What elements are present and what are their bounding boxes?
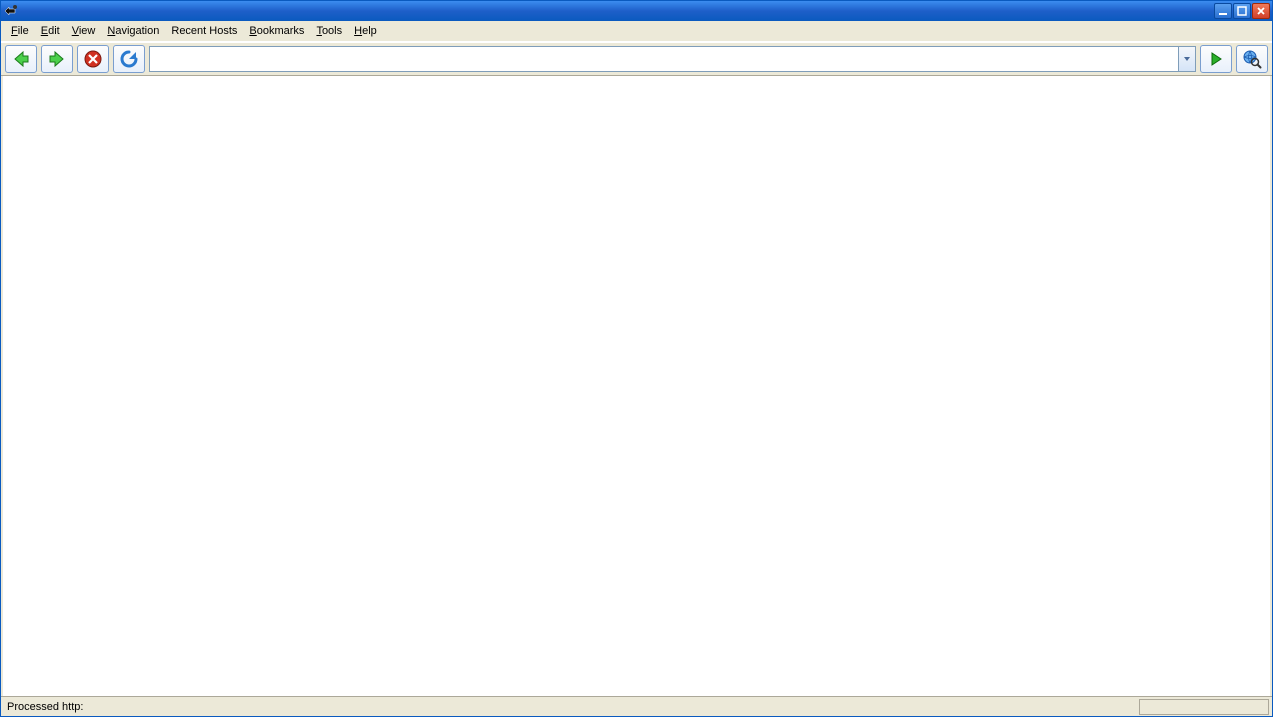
status-text: Processed http: bbox=[1, 701, 1139, 713]
window-controls bbox=[1214, 3, 1270, 19]
chevron-down-icon bbox=[1183, 55, 1191, 63]
maximize-button[interactable] bbox=[1233, 3, 1251, 19]
menu-file[interactable]: File bbox=[5, 23, 35, 39]
address-bar bbox=[149, 46, 1196, 72]
menu-bookmarks[interactable]: Bookmarks bbox=[243, 23, 310, 39]
address-dropdown-button[interactable] bbox=[1178, 46, 1196, 72]
stop-button[interactable] bbox=[77, 45, 109, 73]
menu-navigation[interactable]: Navigation bbox=[101, 23, 165, 39]
content-area bbox=[1, 76, 1272, 696]
search-web-button[interactable] bbox=[1236, 45, 1268, 73]
close-button[interactable] bbox=[1252, 3, 1270, 19]
toolbar bbox=[1, 42, 1272, 76]
forward-button[interactable] bbox=[41, 45, 73, 73]
status-progress-well bbox=[1139, 699, 1269, 715]
reload-button[interactable] bbox=[113, 45, 145, 73]
statusbar: Processed http: bbox=[1, 696, 1272, 716]
go-button[interactable] bbox=[1200, 45, 1232, 73]
menubar: File Edit View Navigation Recent Hosts B… bbox=[1, 21, 1272, 42]
titlebar[interactable] bbox=[1, 1, 1272, 21]
menu-view[interactable]: View bbox=[66, 23, 102, 39]
menu-help[interactable]: Help bbox=[348, 23, 383, 39]
app-window: File Edit View Navigation Recent Hosts B… bbox=[0, 0, 1273, 717]
back-button[interactable] bbox=[5, 45, 37, 73]
app-icon bbox=[3, 3, 19, 19]
menu-tools[interactable]: Tools bbox=[310, 23, 348, 39]
menu-edit[interactable]: Edit bbox=[35, 23, 66, 39]
address-input[interactable] bbox=[149, 46, 1178, 72]
menu-recent-hosts[interactable]: Recent Hosts bbox=[165, 23, 243, 39]
minimize-button[interactable] bbox=[1214, 3, 1232, 19]
